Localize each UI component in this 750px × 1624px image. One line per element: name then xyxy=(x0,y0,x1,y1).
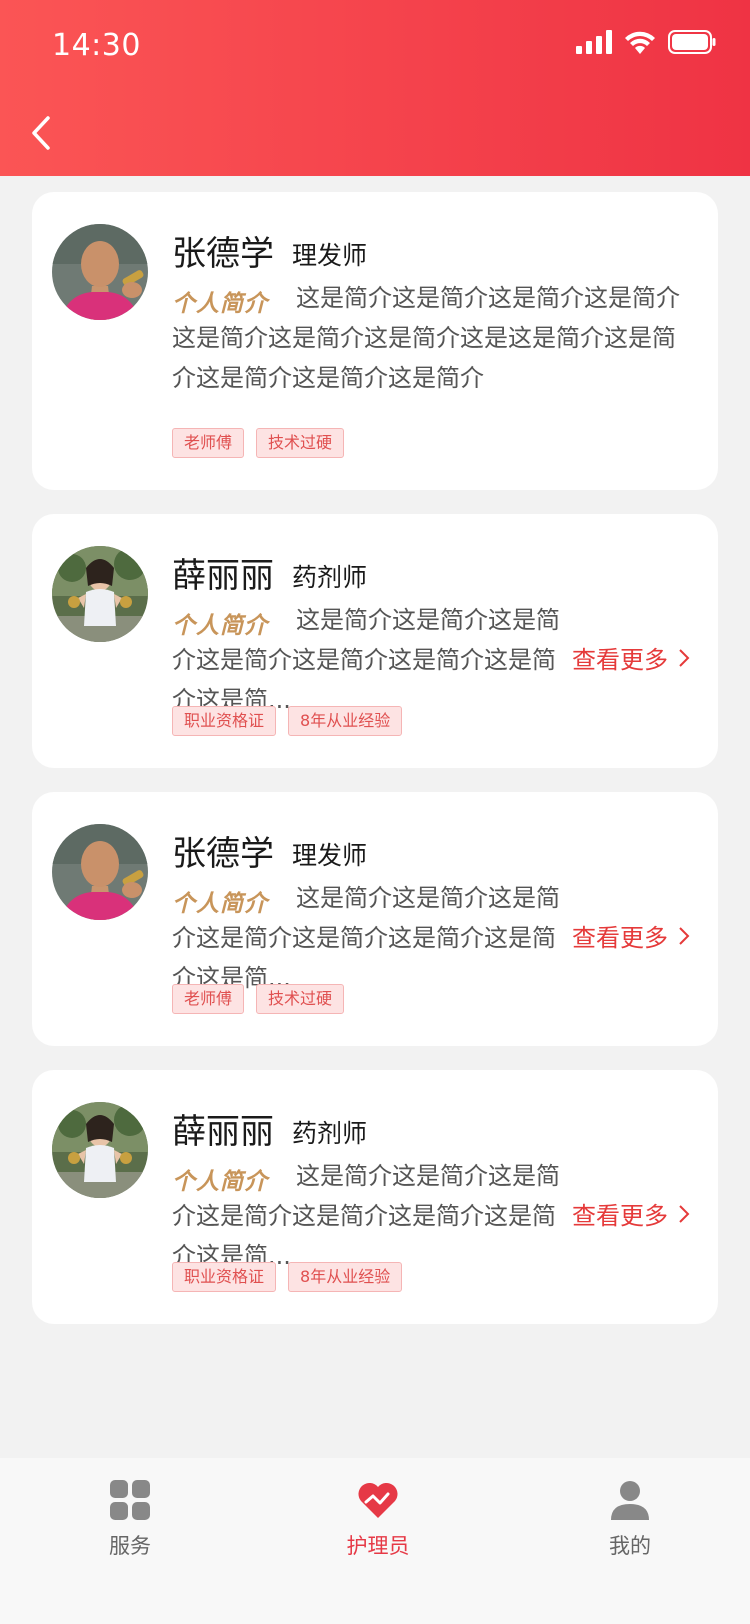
nav-header: 14:30 xyxy=(0,0,750,176)
view-more-link[interactable]: 查看更多 xyxy=(572,918,690,953)
back-arrow-icon[interactable] xyxy=(26,108,66,158)
intro-label: 个人简介 xyxy=(172,291,268,317)
caregiver-role: 药剂师 xyxy=(292,563,368,592)
view-more-link[interactable]: 查看更多 xyxy=(572,1196,690,1231)
view-more-label: 查看更多 xyxy=(572,646,668,674)
tag: 职业资格证 xyxy=(172,1262,277,1292)
tab-caregiver[interactable]: 护理员 xyxy=(308,1478,448,1560)
grid-icon xyxy=(110,1480,150,1520)
tag: 老师傅 xyxy=(172,984,245,1014)
avatar xyxy=(52,824,148,920)
intro-label: 个人简介 xyxy=(172,1169,268,1195)
tag: 职业资格证 xyxy=(172,706,277,736)
intro-label: 个人简介 xyxy=(172,891,268,917)
tab-label: 护理员 xyxy=(346,1534,410,1558)
caregiver-card[interactable]: 张德学 理发师 这是简介这是简介这是简介这是简介这是简介这是简介这是简介这是简.… xyxy=(32,792,718,1046)
avatar xyxy=(52,224,148,320)
tag-list: 老师傅 技术过硬 xyxy=(172,984,345,1014)
tab-mine[interactable]: 我的 xyxy=(560,1478,700,1560)
intro-label: 个人简介 xyxy=(172,613,268,639)
caregiver-card[interactable]: 张德学 理发师 这是简介这是简介这是简介这是简介这是简介这是简介这是简介这是这是… xyxy=(32,192,718,490)
caregiver-role: 药剂师 xyxy=(292,1119,368,1148)
status-icons xyxy=(576,30,716,54)
view-more-link[interactable]: 查看更多 xyxy=(572,640,690,675)
bottom-tab-bar: 服务 护理员 我的 xyxy=(0,1458,750,1624)
tab-label: 我的 xyxy=(609,1534,651,1558)
tag: 技术过硬 xyxy=(256,428,345,458)
chevron-right-icon xyxy=(679,648,690,667)
tag: 8年从业经验 xyxy=(288,1262,403,1292)
caregiver-name: 张德学 xyxy=(172,834,274,874)
tag: 技术过硬 xyxy=(256,984,345,1014)
avatar xyxy=(52,1102,148,1198)
view-more-label: 查看更多 xyxy=(572,924,668,952)
tag-list: 老师傅 技术过硬 xyxy=(172,428,345,458)
wifi-icon xyxy=(625,31,655,54)
status-time: 14:30 xyxy=(52,28,141,63)
view-more-label: 查看更多 xyxy=(572,1202,668,1230)
tag: 8年从业经验 xyxy=(288,706,403,736)
tag: 老师傅 xyxy=(172,428,245,458)
heart-icon xyxy=(358,1482,398,1518)
chevron-right-icon xyxy=(679,926,690,945)
tab-label: 服务 xyxy=(109,1534,151,1558)
signal-icon xyxy=(576,30,612,54)
caregiver-role: 理发师 xyxy=(292,241,368,270)
caregiver-card[interactable]: 薛丽丽 药剂师 这是简介这是简介这是简介这是简介这是简介这是简介这是简介这是简.… xyxy=(32,514,718,768)
caregiver-role: 理发师 xyxy=(292,841,368,870)
caregiver-name: 薛丽丽 xyxy=(172,1112,274,1152)
caregiver-name: 张德学 xyxy=(172,234,274,274)
tab-service[interactable]: 服务 xyxy=(60,1478,200,1560)
avatar xyxy=(52,546,148,642)
chevron-right-icon xyxy=(679,1204,690,1223)
tag-list: 职业资格证 8年从业经验 xyxy=(172,706,403,736)
battery-icon xyxy=(668,30,716,54)
caregiver-name: 薛丽丽 xyxy=(172,556,274,596)
tag-list: 职业资格证 8年从业经验 xyxy=(172,1262,403,1292)
user-icon xyxy=(611,1481,649,1520)
caregiver-card[interactable]: 薛丽丽 药剂师 这是简介这是简介这是简介这是简介这是简介这是简介这是简介这是简.… xyxy=(32,1070,718,1324)
